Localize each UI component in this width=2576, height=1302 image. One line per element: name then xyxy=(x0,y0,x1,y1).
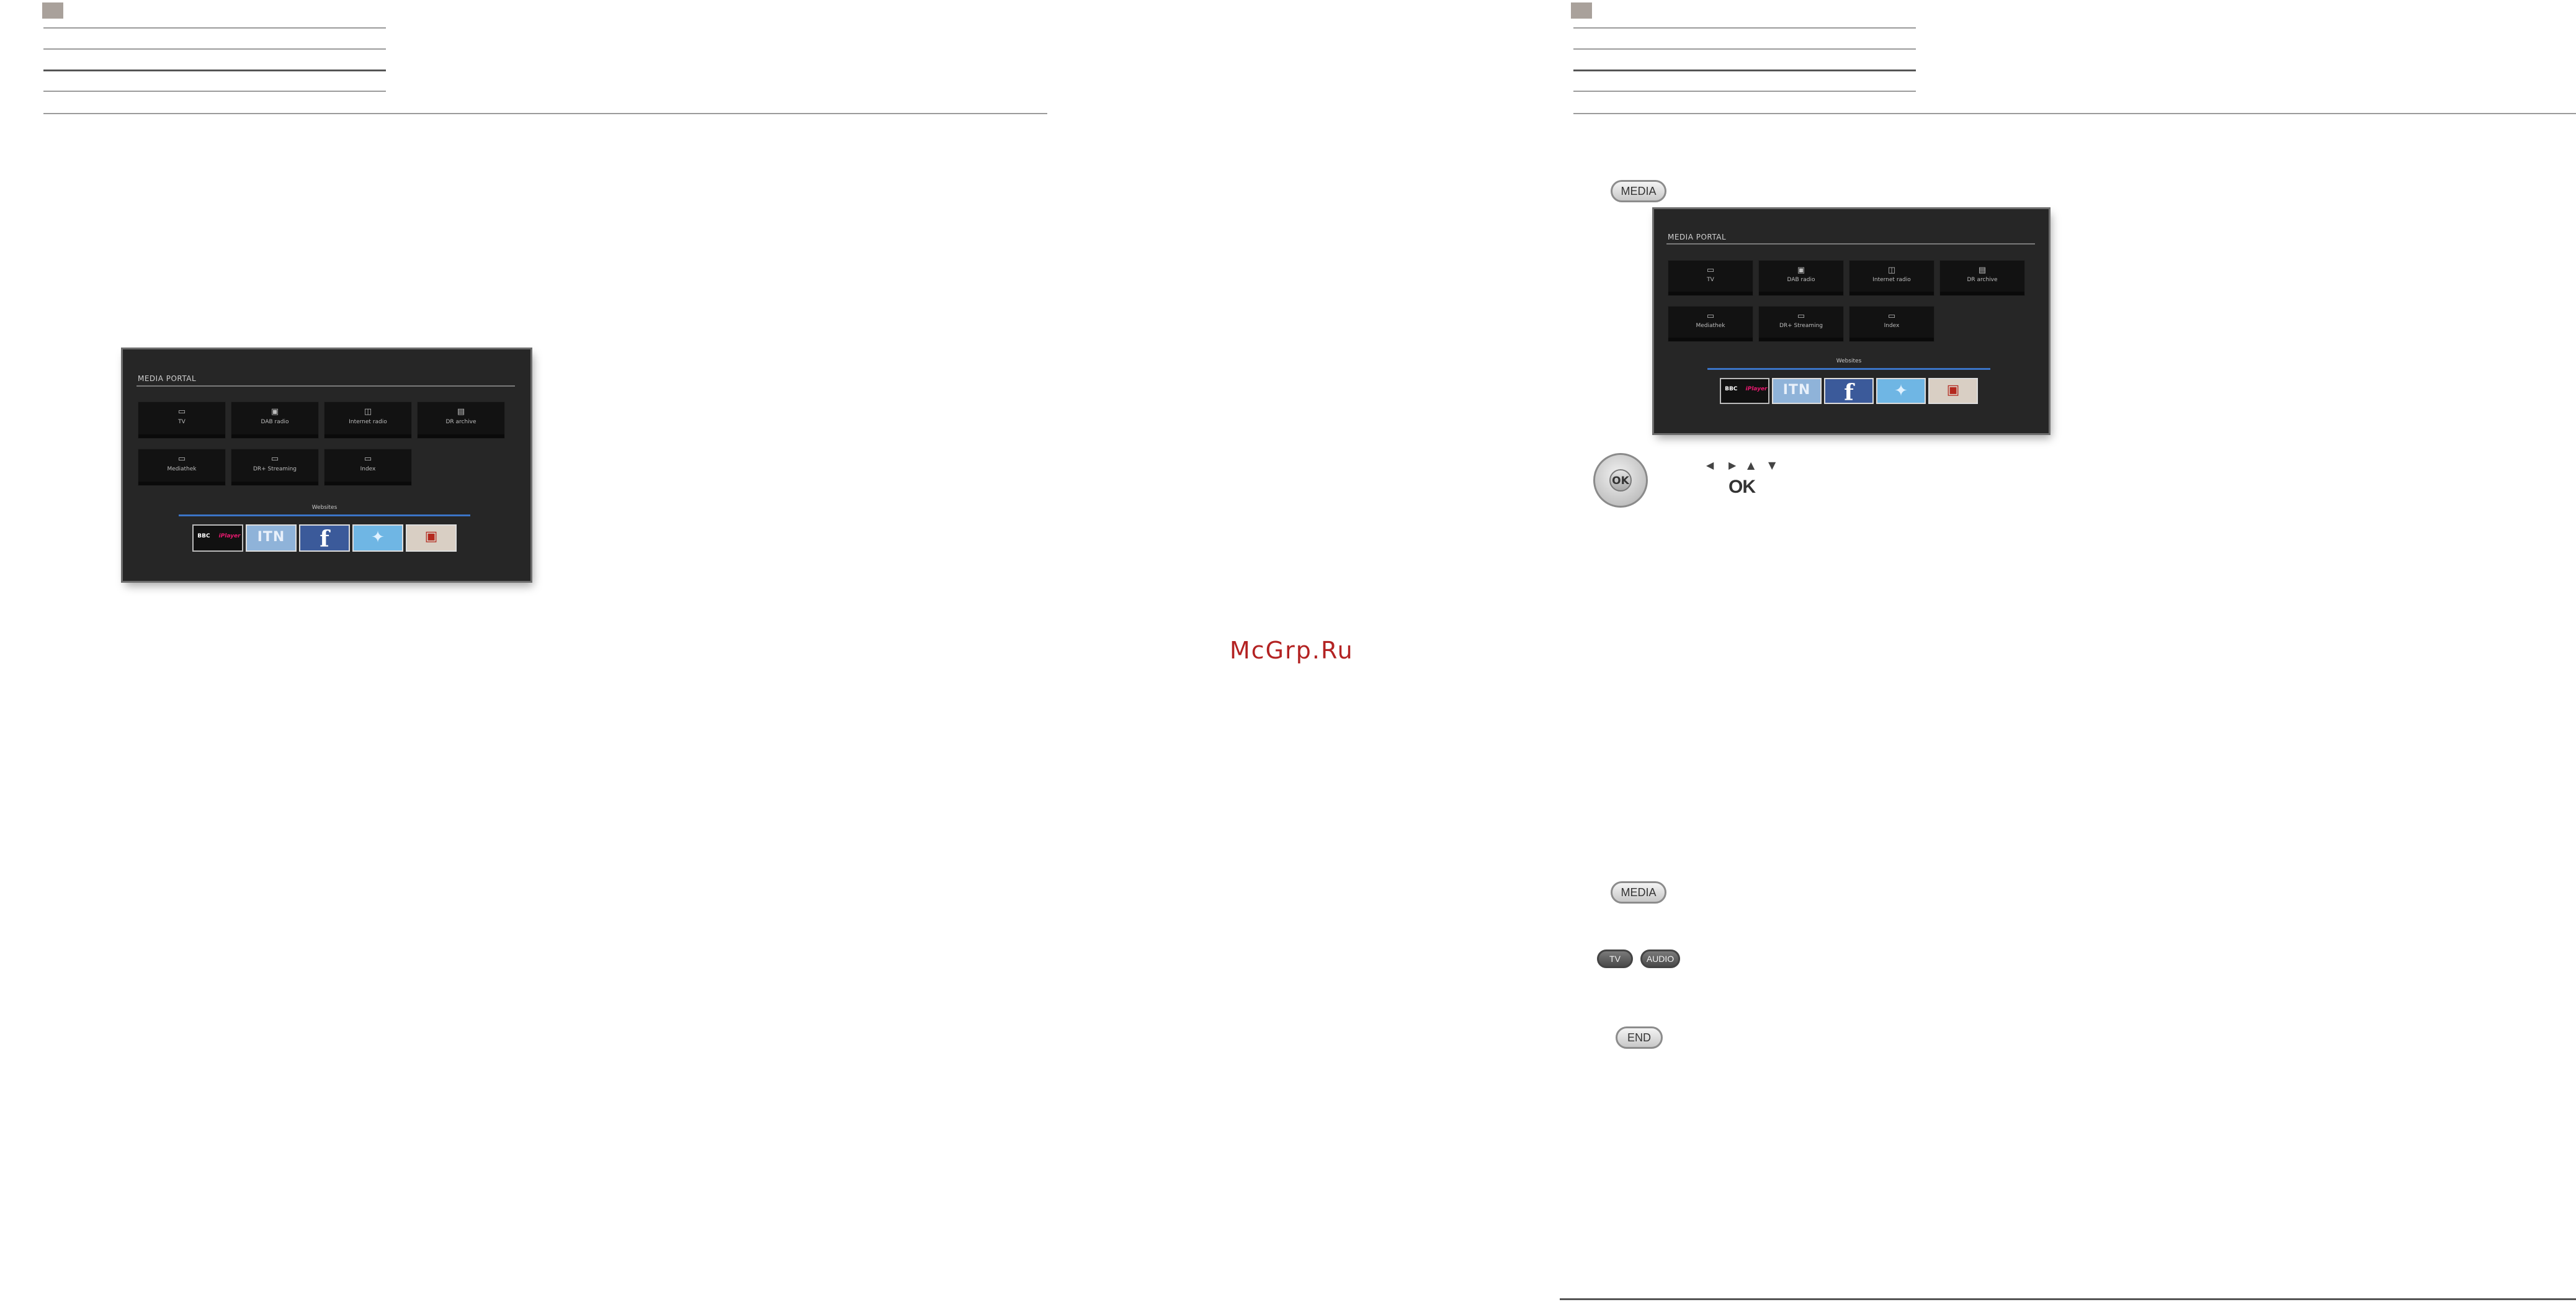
header-rule-long xyxy=(43,113,1047,114)
internet-radio-icon: ◫ xyxy=(1887,265,1896,275)
watermark: McGrp.Ru xyxy=(1230,637,1354,664)
arrow-left-icon: ◀ xyxy=(1706,459,1714,471)
header-rule xyxy=(43,48,386,50)
header-rule xyxy=(1573,27,1916,29)
website-itn[interactable]: ITN xyxy=(1772,378,1822,404)
media-portal-title: MEDIA PORTAL xyxy=(1668,233,1727,241)
media-button[interactable]: MEDIA xyxy=(1611,881,1666,904)
tv-button[interactable]: TV xyxy=(1597,950,1633,968)
tile-tv[interactable]: ▭ TV xyxy=(138,402,226,439)
page-header-marker xyxy=(1571,2,1592,19)
header-rule-long xyxy=(1573,113,2576,114)
website-twitter[interactable]: ✦ xyxy=(1876,378,1926,404)
header-rule xyxy=(1573,91,1916,92)
audio-button[interactable]: AUDIO xyxy=(1640,950,1680,968)
footer-rule xyxy=(1560,1298,2576,1300)
archive-icon: ▤ xyxy=(1978,265,1987,275)
title-rule xyxy=(136,385,515,387)
mediathek-icon: ▭ xyxy=(177,454,186,464)
websites-rule xyxy=(179,514,470,516)
websites-label: Websites xyxy=(311,505,338,511)
internet-radio-icon: ◫ xyxy=(364,407,372,417)
mediathek-icon: ▭ xyxy=(1706,311,1715,321)
website-facebook[interactable]: f xyxy=(1824,378,1874,406)
tile-dr-streaming[interactable]: ▭ DR+ Streaming xyxy=(1758,306,1844,342)
ok-button[interactable]: OK xyxy=(1609,469,1632,492)
header-rule xyxy=(43,91,386,92)
website-itn[interactable]: ITN xyxy=(246,524,297,552)
page-header-marker xyxy=(42,2,63,19)
media-portal-screen-right: MEDIA PORTAL ▭ TV ▣ DAB radio ◫ Internet… xyxy=(1654,209,2049,433)
tile-dab-radio[interactable]: ▣ DAB radio xyxy=(231,402,319,439)
website-bbc-iplayer[interactable]: BBC iPlayer xyxy=(1720,378,1769,404)
streaming-icon: ▭ xyxy=(271,454,279,464)
tv-icon: ▭ xyxy=(177,407,186,417)
tile-dr-streaming[interactable]: ▭ DR+ Streaming xyxy=(231,449,319,486)
media-portal-title: MEDIA PORTAL xyxy=(138,374,197,383)
header-rule xyxy=(1573,48,1916,50)
websites-label: Websites xyxy=(1836,358,1862,364)
media-portal-screen-left: MEDIA PORTAL ▭ TV ▣ DAB radio ◫ Internet… xyxy=(123,349,530,581)
arrow-right-icon: ▶ xyxy=(1729,459,1737,471)
website-bbc-iplayer[interactable]: BBC iPlayer xyxy=(192,524,243,552)
arrow-down-icon: ▼ xyxy=(1768,459,1776,471)
tile-index[interactable]: ▭ Index xyxy=(1849,306,1934,342)
header-rule xyxy=(1573,70,1916,71)
tv-icon: ▭ xyxy=(1706,265,1715,275)
streaming-icon: ▭ xyxy=(1797,311,1805,321)
tile-tv[interactable]: ▭ TV xyxy=(1668,260,1753,296)
tile-mediathek[interactable]: ▭ Mediathek xyxy=(138,449,226,486)
website-picture[interactable]: ▣ xyxy=(1928,378,1978,404)
index-icon: ▭ xyxy=(1887,311,1896,321)
tile-dr-archive[interactable]: ▤ DR archive xyxy=(417,402,505,439)
end-button[interactable]: END xyxy=(1616,1026,1663,1049)
archive-icon: ▤ xyxy=(457,407,465,417)
arrow-up-icon: ▲ xyxy=(1747,459,1755,471)
tile-index[interactable]: ▭ Index xyxy=(324,449,412,486)
ok-navigation-pad[interactable]: OK xyxy=(1593,453,1648,508)
tile-dr-archive[interactable]: ▤ DR archive xyxy=(1939,260,2025,296)
tile-internet-radio[interactable]: ◫ Internet radio xyxy=(1849,260,1934,296)
websites-rule xyxy=(1707,368,1990,370)
website-facebook[interactable]: f xyxy=(299,524,350,552)
website-twitter[interactable]: ✦ xyxy=(352,524,403,552)
media-button[interactable]: MEDIA xyxy=(1611,180,1666,202)
header-rule xyxy=(43,27,386,29)
website-picture[interactable]: ▣ xyxy=(406,524,457,552)
header-rule xyxy=(43,70,386,71)
ok-symbol: OK xyxy=(1729,477,1756,497)
radio-icon: ▣ xyxy=(1797,265,1805,275)
tile-internet-radio[interactable]: ◫ Internet radio xyxy=(324,402,412,439)
index-icon: ▭ xyxy=(364,454,372,464)
tile-mediathek[interactable]: ▭ Mediathek xyxy=(1668,306,1753,342)
radio-icon: ▣ xyxy=(271,407,279,417)
title-rule xyxy=(1666,243,2035,245)
tile-dab-radio[interactable]: ▣ DAB radio xyxy=(1758,260,1844,296)
